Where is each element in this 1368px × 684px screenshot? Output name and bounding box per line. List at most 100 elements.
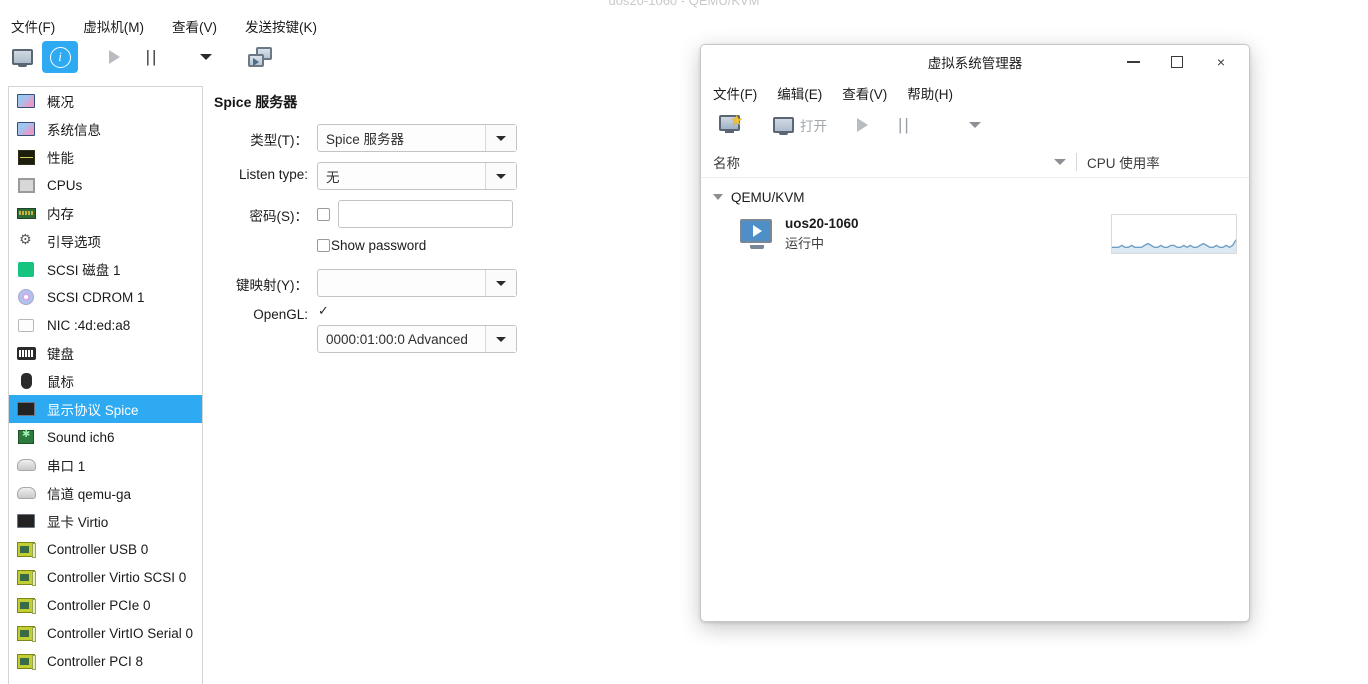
- sidebar-item-mouse[interactable]: 鼠标: [9, 367, 202, 395]
- details-menubar: 文件(F) 虚拟机(M) 查看(V) 发送按键(K): [8, 14, 320, 38]
- sidebar-item-scsi-disk-1[interactable]: SCSI 磁盘 1: [9, 255, 202, 283]
- sidebar-item-controller-virtio-serial-0[interactable]: Controller VirtIO Serial 0: [9, 619, 202, 647]
- vm-actions-dropdown[interactable]: [188, 41, 224, 73]
- new-vm-button[interactable]: ★: [713, 111, 749, 139]
- vmm-run-button[interactable]: [851, 114, 874, 136]
- chevron-down-icon[interactable]: [485, 163, 516, 189]
- opengl-device-select[interactable]: 0000:01:00:0 Advanced: [317, 325, 517, 353]
- pause-icon: ||: [145, 47, 159, 66]
- sidebar-item-controller-usb-0[interactable]: Controller USB 0: [9, 535, 202, 563]
- disk-icon: [15, 260, 37, 278]
- sidebar-item-controller-pci-8[interactable]: Controller PCI 8: [9, 647, 202, 675]
- hardware-list[interactable]: 概况 系统信息 性能 CPUs 内存 引导选项 SCSI 磁盘 1 SCSI: [8, 86, 203, 684]
- sidebar-item-label: 显卡 Virtio: [47, 515, 109, 530]
- sidebar-item-scsi-cdrom-1[interactable]: SCSI CDROM 1: [9, 283, 202, 311]
- play-icon: [857, 118, 868, 132]
- sidebar-item-cpus[interactable]: CPUs: [9, 171, 202, 199]
- chevron-down-icon[interactable]: [1054, 159, 1066, 165]
- sidebar-item-label: 概况: [47, 95, 74, 110]
- type-row: 类型(T)： Spice 服务器: [214, 124, 684, 152]
- type-select[interactable]: Spice 服务器: [317, 124, 517, 152]
- controller-icon: [15, 596, 37, 614]
- keymap-row: 键映射(Y)：: [214, 269, 684, 297]
- vmm-menu-help[interactable]: 帮助(H): [907, 83, 953, 103]
- sidebar-item-sound-ich6[interactable]: Sound ich6: [9, 423, 202, 451]
- vm-name: uos20-1060: [785, 216, 859, 231]
- menu-sendkey[interactable]: 发送按键(K): [242, 14, 320, 38]
- vmm-pause-button[interactable]: ||: [892, 111, 917, 139]
- show-password-spacer: [214, 238, 317, 243]
- password-enable-checkbox[interactable]: [317, 207, 330, 221]
- vmm-actions-dropdown[interactable]: [963, 118, 987, 132]
- maximize-button[interactable]: [1155, 46, 1199, 78]
- sidebar-item-video-virtio[interactable]: 显卡 Virtio: [9, 507, 202, 535]
- minimize-button[interactable]: [1111, 46, 1155, 78]
- sidebar-item-label: 内存: [47, 207, 74, 222]
- sidebar-item-overview[interactable]: 概况: [9, 87, 202, 115]
- sidebar-item-performance[interactable]: 性能: [9, 143, 202, 171]
- open-vm-label: 打开: [800, 119, 827, 134]
- menu-virtualmachine[interactable]: 虚拟机(M): [80, 14, 147, 38]
- sidebar-item-display-spice[interactable]: 显示协议 Spice: [9, 395, 202, 423]
- connection-row[interactable]: QEMU/KVM: [713, 186, 1237, 208]
- vmm-menu-file[interactable]: 文件(F): [713, 83, 757, 103]
- sidebar-item-keyboard[interactable]: 键盘: [9, 339, 202, 367]
- keymap-select[interactable]: [317, 269, 517, 297]
- vm-running-icon: [739, 219, 775, 249]
- virtual-machine-manager-window: 虚拟系统管理器 × 文件(F) 编辑(E) 查看(V) 帮助(H) ★ 打开 |…: [700, 44, 1250, 622]
- sidebar-item-serial-1[interactable]: 串口 1: [9, 451, 202, 479]
- menu-view[interactable]: 查看(V): [169, 14, 220, 38]
- sidebar-item-controller-pcie-0[interactable]: Controller PCIe 0: [9, 591, 202, 619]
- vmm-titlebar[interactable]: 虚拟系统管理器 ×: [701, 45, 1249, 79]
- close-button[interactable]: ×: [1199, 46, 1243, 78]
- new-vm-icon: ★: [719, 113, 743, 135]
- channel-icon: [15, 484, 37, 502]
- sidebar-item-label: 性能: [47, 151, 74, 166]
- info-icon: i: [49, 46, 71, 68]
- chevron-down-icon[interactable]: [485, 125, 516, 151]
- chevron-down-icon[interactable]: [485, 270, 516, 296]
- list-item[interactable]: uos20-1060 运行中: [713, 214, 1237, 254]
- details-button[interactable]: i: [42, 41, 78, 73]
- opengl-checkbox[interactable]: [317, 303, 330, 320]
- keymap-label: 键映射(Y)：: [236, 278, 308, 293]
- open-vm-button[interactable]: 打开: [767, 111, 833, 139]
- column-cpu-usage-label[interactable]: CPU 使用率: [1087, 152, 1237, 172]
- sidebar-item-boot-options[interactable]: 引导选项: [9, 227, 202, 255]
- sidebar-item-controller-virtio-scsi-0[interactable]: Controller Virtio SCSI 0: [9, 563, 202, 591]
- sidebar-item-osinfo[interactable]: 系统信息: [9, 115, 202, 143]
- sidebar-item-nic[interactable]: NIC :4d:ed:a8: [9, 311, 202, 339]
- show-password-checkbox[interactable]: [317, 239, 330, 252]
- sidebar-item-label: Controller PCI 8: [47, 653, 144, 669]
- nic-icon: [15, 316, 37, 334]
- chevron-down-icon[interactable]: [485, 326, 516, 352]
- show-password-label: Show password: [331, 238, 427, 253]
- sidebar-item-label: Controller VirtIO Serial 0: [47, 625, 194, 641]
- background-window-title: uos20-1060 - QEMU/KVM: [608, 0, 760, 8]
- pause-button[interactable]: ||: [134, 41, 170, 73]
- run-button[interactable]: [96, 41, 132, 73]
- keyboard-icon: [15, 344, 37, 362]
- controller-icon: [15, 568, 37, 586]
- show-password-toggle[interactable]: Show password: [317, 238, 426, 253]
- console-button[interactable]: [4, 41, 40, 73]
- column-name-label[interactable]: 名称: [713, 152, 1054, 172]
- snapshots-button[interactable]: [242, 41, 278, 73]
- sidebar-item-memory[interactable]: 内存: [9, 199, 202, 227]
- sound-icon: [15, 428, 37, 446]
- password-input[interactable]: [338, 200, 513, 228]
- video-icon: [15, 512, 37, 530]
- vm-tree: QEMU/KVM uos20-1060 运行中: [701, 178, 1249, 254]
- cpu-icon: [15, 176, 37, 194]
- listen-type-select[interactable]: 无: [317, 162, 517, 190]
- page-title: Spice 服务器: [214, 94, 298, 110]
- vmm-menu-view[interactable]: 查看(V): [842, 83, 887, 103]
- sidebar-item-label: 鼠标: [47, 375, 74, 390]
- snapshot-icon: [248, 47, 272, 67]
- menu-file[interactable]: 文件(F): [8, 14, 58, 38]
- vmm-menubar: 文件(F) 编辑(E) 查看(V) 帮助(H): [701, 79, 1249, 103]
- vmm-menu-edit[interactable]: 编辑(E): [777, 83, 822, 103]
- chevron-down-icon[interactable]: [713, 194, 723, 200]
- sidebar-item-channel-qemu-ga[interactable]: 信道 qemu-ga: [9, 479, 202, 507]
- controller-icon: [15, 652, 37, 670]
